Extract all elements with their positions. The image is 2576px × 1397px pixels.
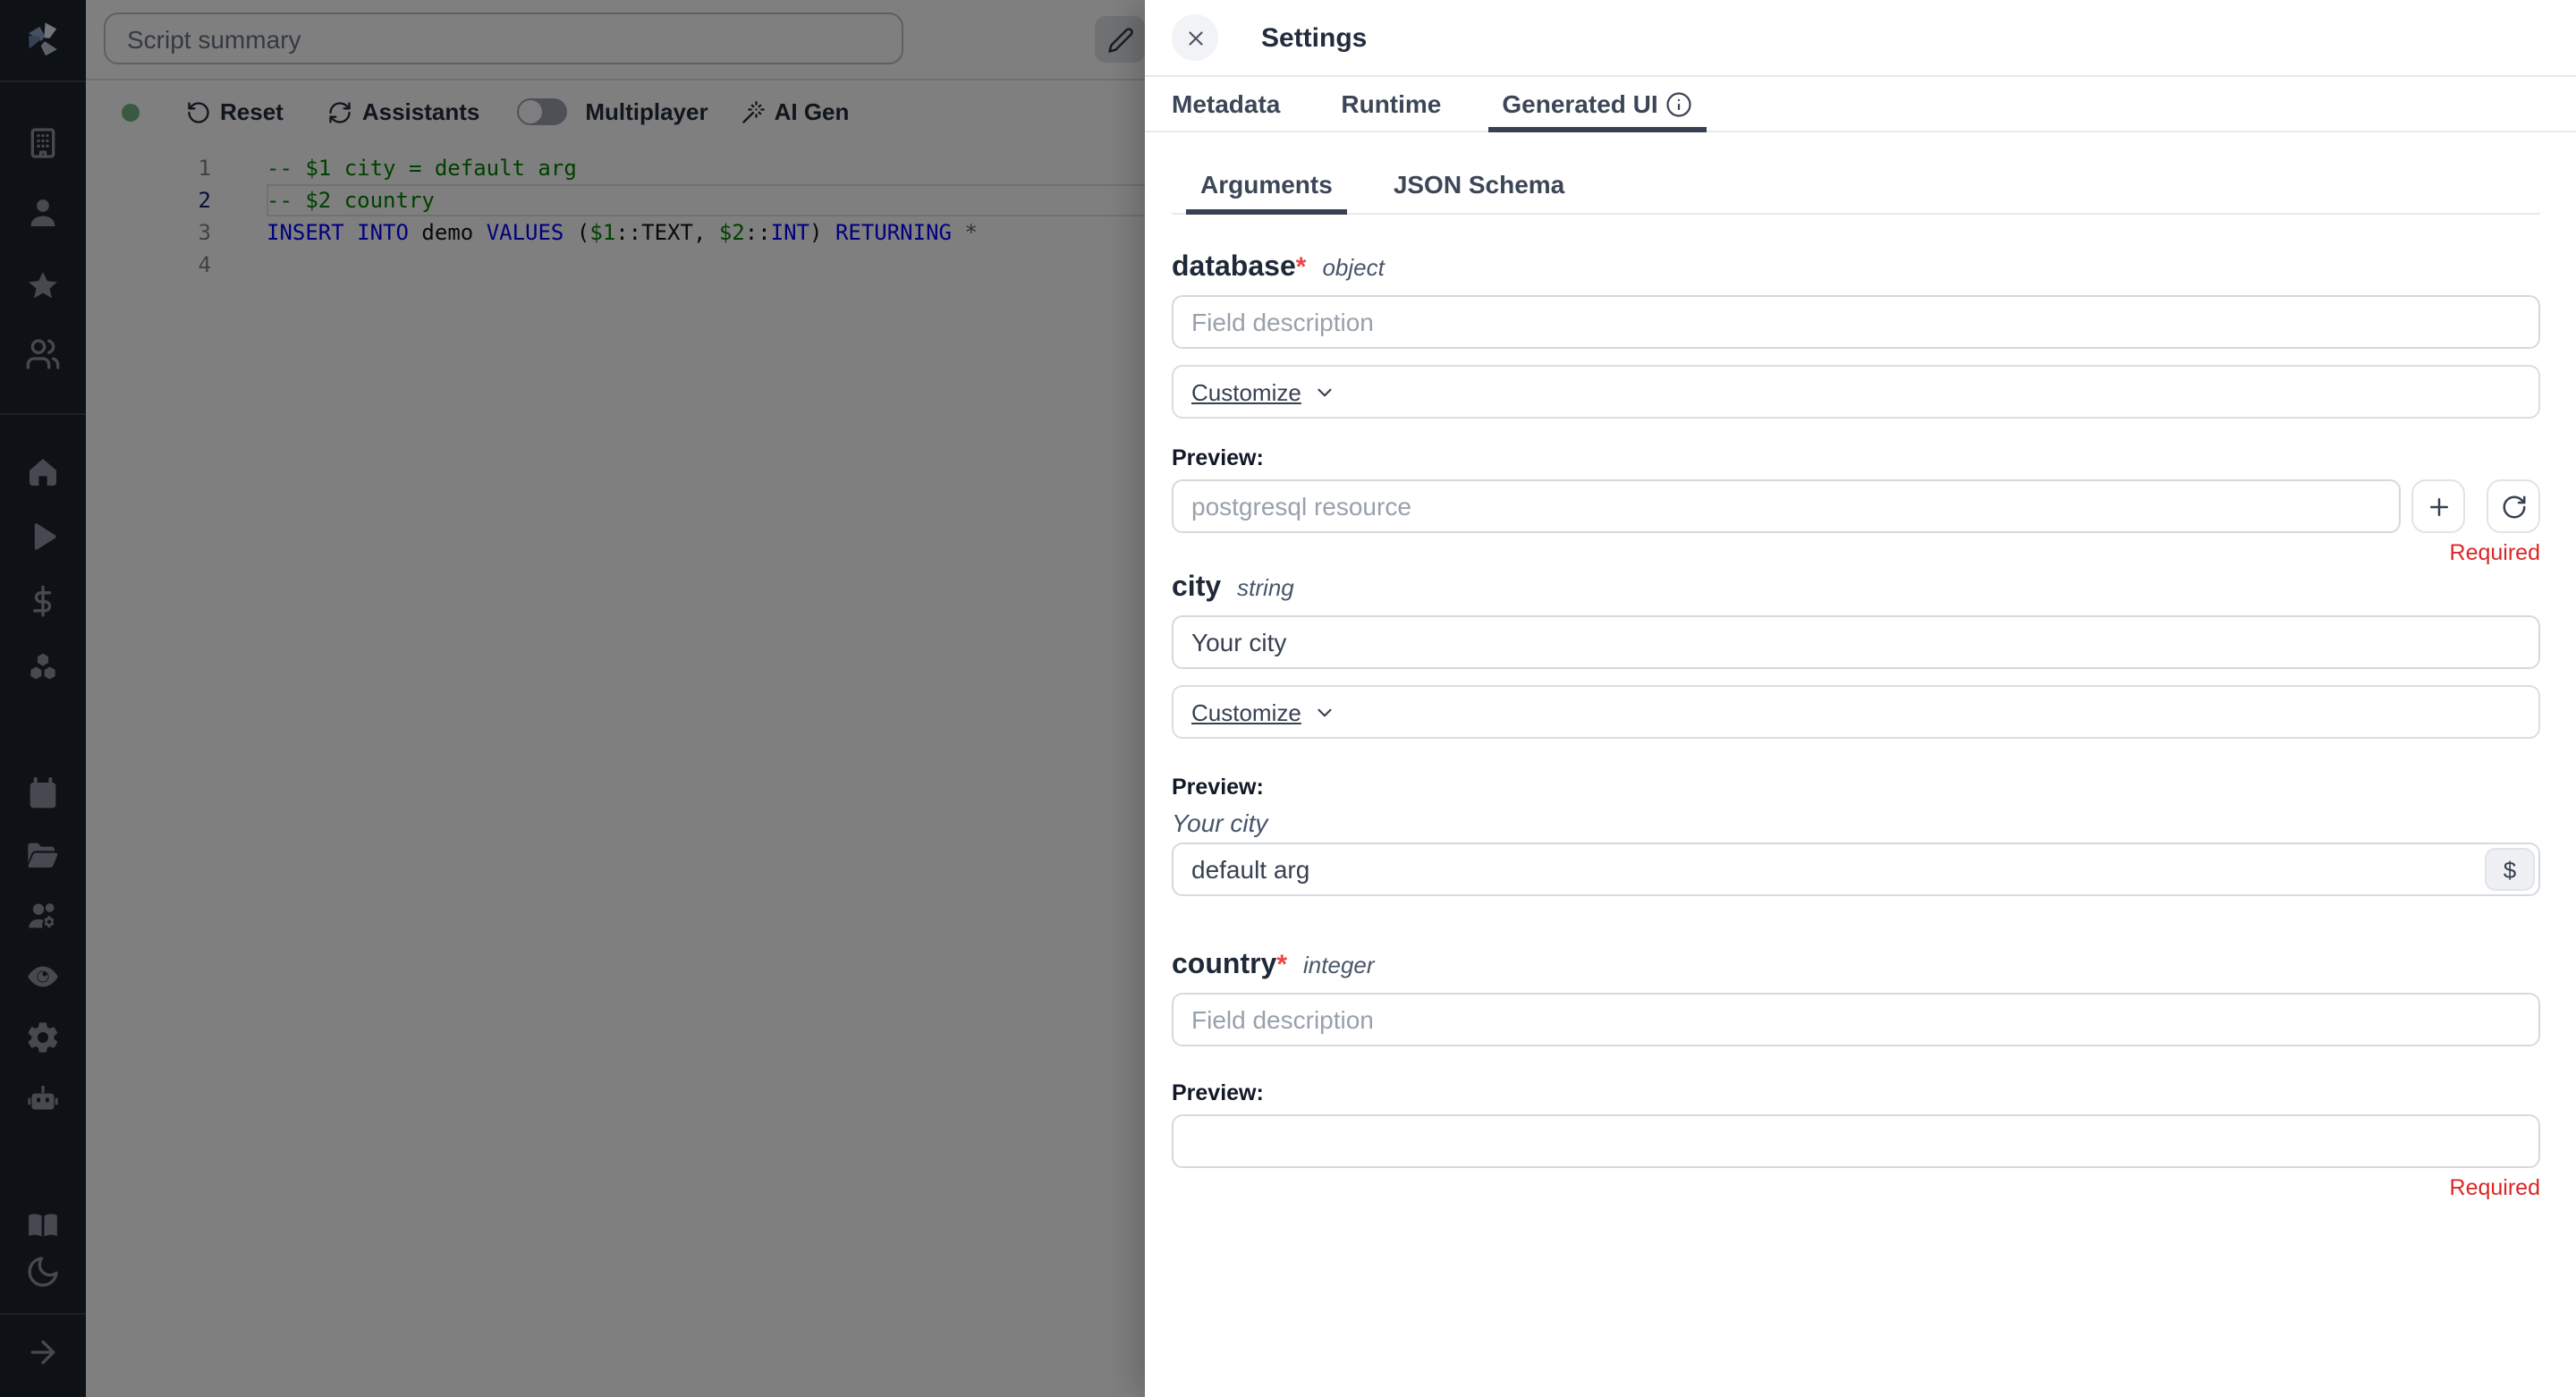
refresh-resource-button[interactable] — [2487, 479, 2540, 533]
drawer-header: Settings — [1145, 0, 2576, 77]
country-preview-input[interactable] — [1172, 1114, 2540, 1168]
field-title: country* integer — [1172, 950, 2540, 982]
plus-icon — [2425, 493, 2452, 520]
drawer-tabs: Metadata Runtime Generated UI — [1145, 77, 2576, 132]
database-description-input[interactable] — [1172, 295, 2540, 349]
screen: Reset Assistants Multiplayer — [0, 0, 2576, 1397]
tab-metadata[interactable]: Metadata — [1157, 77, 1294, 131]
drawer-title: Settings — [1261, 22, 1367, 53]
info-icon — [1665, 90, 1692, 117]
city-customize-box: Customize — [1172, 685, 2540, 739]
database-preview-input[interactable] — [1172, 479, 2401, 533]
field-name: country — [1172, 950, 1276, 982]
customize-toggle[interactable]: Customize — [1191, 698, 1301, 725]
field-section-country: country* integer Preview: Required — [1172, 950, 2540, 1200]
preview-label: Preview: — [1172, 775, 2540, 800]
required-note: Required — [1172, 1175, 2540, 1200]
required-asterisk: * — [1296, 252, 1307, 283]
required-asterisk: * — [1276, 950, 1287, 980]
tab-runtime[interactable]: Runtime — [1326, 77, 1455, 131]
city-preview-wrap: $ — [1172, 842, 2540, 896]
country-description-input[interactable] — [1172, 993, 2540, 1046]
database-preview-row — [1172, 479, 2540, 533]
chevron-down-icon — [1314, 700, 1337, 724]
database-customize-box: Customize — [1172, 365, 2540, 419]
customize-toggle[interactable]: Customize — [1191, 378, 1301, 405]
field-title: database* object — [1172, 252, 2540, 284]
close-icon — [1183, 26, 1207, 49]
city-preview-input[interactable] — [1172, 842, 2540, 896]
field-name: city — [1172, 572, 1221, 605]
add-resource-button[interactable] — [2411, 479, 2465, 533]
variable-picker-button[interactable]: $ — [2485, 848, 2535, 891]
city-preview-description: Your city — [1172, 809, 2540, 837]
tab-generated-ui[interactable]: Generated UI — [1487, 77, 1706, 131]
field-section-city: city string Customize Preview: Your city… — [1172, 572, 2540, 896]
subtab-arguments[interactable]: Arguments — [1186, 156, 1347, 213]
close-button[interactable] — [1172, 14, 1218, 61]
drawer-content: Arguments JSON Schema database* object C… — [1145, 156, 2576, 1200]
field-type: integer — [1303, 952, 1375, 978]
field-name: database — [1172, 252, 1296, 284]
field-type: object — [1322, 254, 1384, 281]
settings-drawer: Settings Metadata Runtime Generated UI A… — [1145, 0, 2576, 1397]
subtab-json-schema[interactable]: JSON Schema — [1379, 156, 1579, 213]
required-note: Required — [1172, 540, 2540, 565]
field-section-database: database* object Customize Preview: — [1172, 252, 2540, 565]
chevron-down-icon — [1314, 380, 1337, 403]
rotate-cw-icon — [2500, 493, 2527, 520]
city-description-input[interactable] — [1172, 615, 2540, 669]
preview-label: Preview: — [1172, 445, 2540, 470]
generated-ui-subtabs: Arguments JSON Schema — [1172, 156, 2540, 215]
field-title: city string — [1172, 572, 2540, 605]
field-type: string — [1237, 574, 1294, 601]
preview-label: Preview: — [1172, 1080, 2540, 1105]
